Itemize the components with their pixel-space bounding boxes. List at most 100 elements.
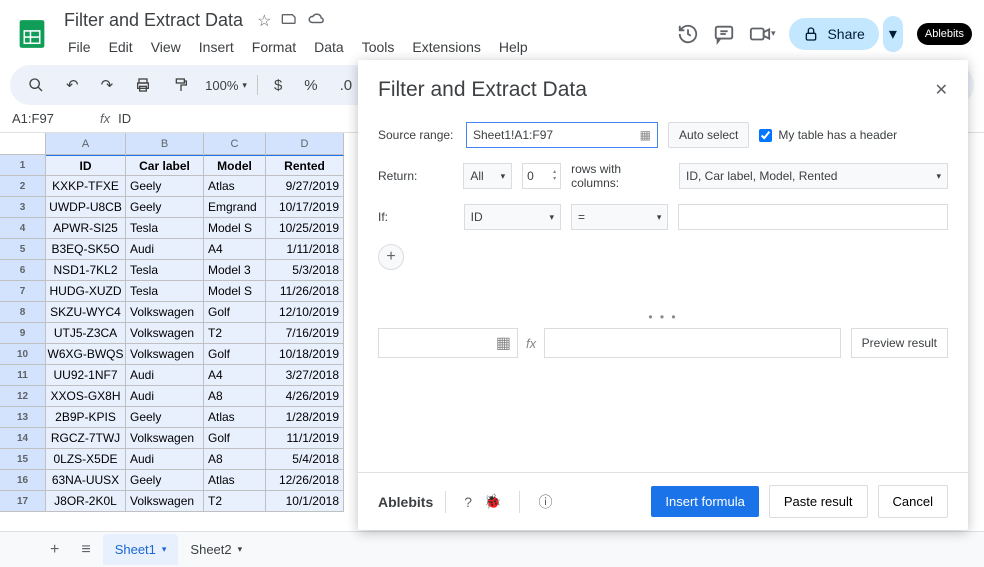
cell[interactable]: UTJ5-Z3CA	[46, 323, 126, 344]
undo-icon[interactable]: ↶	[60, 72, 85, 98]
cell[interactable]: 12/10/2019	[266, 302, 344, 323]
cell[interactable]: 5/4/2018	[266, 449, 344, 470]
row-header[interactable]: 16	[0, 470, 46, 491]
meet-icon[interactable]: ▾	[749, 23, 776, 45]
menu-format[interactable]: Format	[244, 35, 304, 59]
cell[interactable]: 63NA-UUSX	[46, 470, 126, 491]
col-header[interactable]: D	[266, 133, 344, 155]
row-header[interactable]: 11	[0, 365, 46, 386]
row-header[interactable]: 12	[0, 386, 46, 407]
move-icon[interactable]	[281, 10, 297, 31]
cell[interactable]: A4	[204, 239, 266, 260]
cell[interactable]: KXKP-TFXE	[46, 176, 126, 197]
cell[interactable]: 5/3/2018	[266, 260, 344, 281]
bug-icon[interactable]: 🐞	[478, 493, 507, 510]
row-header[interactable]: 2	[0, 176, 46, 197]
cell[interactable]: Volkswagen	[126, 428, 204, 449]
menu-tools[interactable]: Tools	[354, 35, 403, 59]
cell[interactable]: W6XG-BWQS	[46, 344, 126, 365]
preview-result-button[interactable]: Preview result	[851, 328, 948, 358]
columns-select[interactable]: ID, Car label, Model, Rented▾	[679, 163, 948, 189]
cell[interactable]: 10/18/2019	[266, 344, 344, 365]
star-icon[interactable]: ☆	[257, 11, 271, 31]
select-all-corner[interactable]	[0, 133, 46, 155]
menu-help[interactable]: Help	[491, 35, 536, 59]
cell[interactable]: T2	[204, 491, 266, 512]
cell[interactable]: 7/16/2019	[266, 323, 344, 344]
cell[interactable]: Geely	[126, 470, 204, 491]
cell[interactable]: Geely	[126, 176, 204, 197]
cell[interactable]: A8	[204, 449, 266, 470]
grid-picker-icon[interactable]: ▦	[496, 333, 511, 353]
cell[interactable]: Tesla	[126, 281, 204, 302]
name-box[interactable]: A1:F97	[12, 111, 92, 126]
doc-title[interactable]: Filter and Extract Data	[60, 8, 247, 33]
row-header[interactable]: 17	[0, 491, 46, 512]
if-value-input[interactable]	[678, 204, 948, 230]
paste-result-button[interactable]: Paste result	[769, 485, 868, 518]
print-icon[interactable]	[129, 73, 157, 97]
insert-formula-button[interactable]: Insert formula	[651, 486, 758, 517]
menu-file[interactable]: File	[60, 35, 99, 59]
menu-data[interactable]: Data	[306, 35, 352, 59]
close-icon[interactable]: ✕	[935, 80, 948, 100]
cell[interactable]: 12/26/2018	[266, 470, 344, 491]
cell[interactable]: UWDP-U8CB	[46, 197, 126, 218]
menu-extensions[interactable]: Extensions	[404, 35, 488, 59]
cell[interactable]: B3EQ-SK5O	[46, 239, 126, 260]
share-button[interactable]: Share	[789, 18, 878, 50]
cell[interactable]: Audi	[126, 365, 204, 386]
source-range-input[interactable]: Sheet1!A1:F97 ▦	[466, 122, 658, 148]
row-header[interactable]: 8	[0, 302, 46, 323]
cell[interactable]: Tesla	[126, 260, 204, 281]
cell[interactable]: 9/27/2019	[266, 176, 344, 197]
return-select[interactable]: All▾	[463, 163, 512, 189]
row-header[interactable]: 1	[0, 155, 46, 176]
history-icon[interactable]	[677, 23, 699, 45]
cell[interactable]: HUDG-XUZD	[46, 281, 126, 302]
cell[interactable]: Atlas	[204, 470, 266, 491]
info-icon[interactable]: ⓘ	[532, 492, 558, 512]
row-header[interactable]: 7	[0, 281, 46, 302]
cell[interactable]: A4	[204, 365, 266, 386]
cell[interactable]: Audi	[126, 386, 204, 407]
row-header[interactable]: 15	[0, 449, 46, 470]
menu-edit[interactable]: Edit	[101, 35, 141, 59]
cell[interactable]: Model S	[204, 218, 266, 239]
cell[interactable]: 10/1/2018	[266, 491, 344, 512]
header-cell[interactable]: Rented	[266, 155, 344, 176]
sheet-tab[interactable]: Sheet2 ▾	[178, 534, 254, 565]
menu-insert[interactable]: Insert	[191, 35, 242, 59]
cell[interactable]: 2B9P-KPIS	[46, 407, 126, 428]
has-header-checkbox[interactable]: My table has a header	[759, 128, 897, 142]
cancel-button[interactable]: Cancel	[878, 485, 948, 518]
cell[interactable]: 4/26/2019	[266, 386, 344, 407]
cell[interactable]: APWR-SI25	[46, 218, 126, 239]
cell[interactable]: SKZU-WYC4	[46, 302, 126, 323]
auto-select-button[interactable]: Auto select	[668, 122, 749, 148]
cell[interactable]: Geely	[126, 407, 204, 428]
cell[interactable]: Model S	[204, 281, 266, 302]
formula-bar[interactable]: ID	[118, 111, 131, 126]
help-icon[interactable]: ?	[458, 494, 478, 510]
cell[interactable]: Geely	[126, 197, 204, 218]
formula-preview[interactable]	[544, 328, 841, 358]
cell[interactable]: 11/1/2019	[266, 428, 344, 449]
add-condition-button[interactable]: +	[378, 244, 404, 270]
cell[interactable]: 3/27/2018	[266, 365, 344, 386]
cell[interactable]: Audi	[126, 449, 204, 470]
cell[interactable]: T2	[204, 323, 266, 344]
row-header[interactable]: 3	[0, 197, 46, 218]
cell[interactable]: 10/17/2019	[266, 197, 344, 218]
search-icon[interactable]	[22, 73, 50, 97]
header-cell[interactable]: ID	[46, 155, 126, 176]
cell[interactable]: UU92-1NF7	[46, 365, 126, 386]
comment-icon[interactable]	[713, 23, 735, 45]
cell[interactable]: Atlas	[204, 407, 266, 428]
grid-picker-icon[interactable]: ▦	[640, 128, 651, 142]
sheets-logo[interactable]	[12, 14, 52, 54]
col-header[interactable]: A	[46, 133, 126, 155]
cell[interactable]: Volkswagen	[126, 302, 204, 323]
row-header[interactable]: 6	[0, 260, 46, 281]
share-caret[interactable]: ▾	[883, 16, 903, 52]
